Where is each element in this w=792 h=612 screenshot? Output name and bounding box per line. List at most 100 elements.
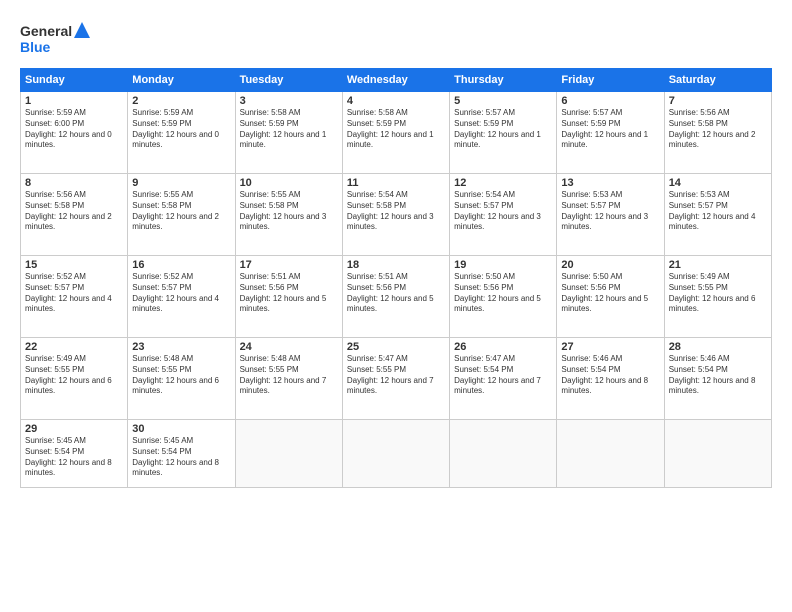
day-number: 13 bbox=[561, 177, 659, 189]
day-cell: 6 Sunrise: 5:57 AMSunset: 5:59 PMDayligh… bbox=[557, 92, 664, 174]
day-cell: 22 Sunrise: 5:49 AMSunset: 5:55 PMDaylig… bbox=[21, 338, 128, 420]
day-cell: 21 Sunrise: 5:49 AMSunset: 5:55 PMDaylig… bbox=[664, 256, 771, 338]
day-info: Sunrise: 5:54 AMSunset: 5:57 PMDaylight:… bbox=[454, 190, 552, 233]
day-number: 21 bbox=[669, 259, 767, 271]
day-cell: 5 Sunrise: 5:57 AMSunset: 5:59 PMDayligh… bbox=[450, 92, 557, 174]
day-cell: 30 Sunrise: 5:45 AMSunset: 5:54 PMDaylig… bbox=[128, 420, 235, 488]
col-tuesday: Tuesday bbox=[235, 69, 342, 92]
day-info: Sunrise: 5:51 AMSunset: 5:56 PMDaylight:… bbox=[347, 272, 445, 315]
day-cell: 15 Sunrise: 5:52 AMSunset: 5:57 PMDaylig… bbox=[21, 256, 128, 338]
day-cell: 13 Sunrise: 5:53 AMSunset: 5:57 PMDaylig… bbox=[557, 174, 664, 256]
empty-cell bbox=[450, 420, 557, 488]
day-info: Sunrise: 5:52 AMSunset: 5:57 PMDaylight:… bbox=[132, 272, 230, 315]
logo-svg: General Blue bbox=[20, 18, 90, 58]
day-info: Sunrise: 5:55 AMSunset: 5:58 PMDaylight:… bbox=[240, 190, 338, 233]
col-wednesday: Wednesday bbox=[342, 69, 449, 92]
day-number: 25 bbox=[347, 341, 445, 353]
day-cell: 14 Sunrise: 5:53 AMSunset: 5:57 PMDaylig… bbox=[664, 174, 771, 256]
empty-cell bbox=[235, 420, 342, 488]
day-info: Sunrise: 5:59 AMSunset: 5:59 PMDaylight:… bbox=[132, 108, 230, 151]
week-row: 29 Sunrise: 5:45 AMSunset: 5:54 PMDaylig… bbox=[21, 420, 772, 488]
col-sunday: Sunday bbox=[21, 69, 128, 92]
day-number: 29 bbox=[25, 423, 123, 435]
week-row: 22 Sunrise: 5:49 AMSunset: 5:55 PMDaylig… bbox=[21, 338, 772, 420]
day-cell: 10 Sunrise: 5:55 AMSunset: 5:58 PMDaylig… bbox=[235, 174, 342, 256]
day-number: 9 bbox=[132, 177, 230, 189]
day-number: 10 bbox=[240, 177, 338, 189]
day-info: Sunrise: 5:58 AMSunset: 5:59 PMDaylight:… bbox=[347, 108, 445, 151]
day-info: Sunrise: 5:54 AMSunset: 5:58 PMDaylight:… bbox=[347, 190, 445, 233]
day-info: Sunrise: 5:47 AMSunset: 5:55 PMDaylight:… bbox=[347, 354, 445, 397]
day-cell: 26 Sunrise: 5:47 AMSunset: 5:54 PMDaylig… bbox=[450, 338, 557, 420]
day-number: 4 bbox=[347, 95, 445, 107]
day-number: 26 bbox=[454, 341, 552, 353]
day-info: Sunrise: 5:55 AMSunset: 5:58 PMDaylight:… bbox=[132, 190, 230, 233]
logo: General Blue bbox=[20, 18, 90, 58]
day-info: Sunrise: 5:48 AMSunset: 5:55 PMDaylight:… bbox=[240, 354, 338, 397]
col-saturday: Saturday bbox=[664, 69, 771, 92]
day-number: 22 bbox=[25, 341, 123, 353]
day-cell: 4 Sunrise: 5:58 AMSunset: 5:59 PMDayligh… bbox=[342, 92, 449, 174]
day-number: 27 bbox=[561, 341, 659, 353]
day-number: 28 bbox=[669, 341, 767, 353]
day-cell: 29 Sunrise: 5:45 AMSunset: 5:54 PMDaylig… bbox=[21, 420, 128, 488]
header: General Blue bbox=[20, 18, 772, 58]
day-number: 1 bbox=[25, 95, 123, 107]
day-cell: 18 Sunrise: 5:51 AMSunset: 5:56 PMDaylig… bbox=[342, 256, 449, 338]
day-info: Sunrise: 5:52 AMSunset: 5:57 PMDaylight:… bbox=[25, 272, 123, 315]
day-info: Sunrise: 5:53 AMSunset: 5:57 PMDaylight:… bbox=[561, 190, 659, 233]
day-cell: 27 Sunrise: 5:46 AMSunset: 5:54 PMDaylig… bbox=[557, 338, 664, 420]
day-info: Sunrise: 5:47 AMSunset: 5:54 PMDaylight:… bbox=[454, 354, 552, 397]
day-info: Sunrise: 5:51 AMSunset: 5:56 PMDaylight:… bbox=[240, 272, 338, 315]
day-info: Sunrise: 5:48 AMSunset: 5:55 PMDaylight:… bbox=[132, 354, 230, 397]
day-info: Sunrise: 5:59 AMSunset: 6:00 PMDaylight:… bbox=[25, 108, 123, 151]
day-cell: 8 Sunrise: 5:56 AMSunset: 5:58 PMDayligh… bbox=[21, 174, 128, 256]
svg-text:General: General bbox=[20, 23, 72, 39]
week-row: 8 Sunrise: 5:56 AMSunset: 5:58 PMDayligh… bbox=[21, 174, 772, 256]
page: General Blue Sunday Monday Tuesday Wedne… bbox=[0, 0, 792, 612]
day-number: 5 bbox=[454, 95, 552, 107]
empty-cell bbox=[342, 420, 449, 488]
day-info: Sunrise: 5:49 AMSunset: 5:55 PMDaylight:… bbox=[25, 354, 123, 397]
day-cell: 24 Sunrise: 5:48 AMSunset: 5:55 PMDaylig… bbox=[235, 338, 342, 420]
day-cell: 28 Sunrise: 5:46 AMSunset: 5:54 PMDaylig… bbox=[664, 338, 771, 420]
day-number: 19 bbox=[454, 259, 552, 271]
day-info: Sunrise: 5:56 AMSunset: 5:58 PMDaylight:… bbox=[25, 190, 123, 233]
day-cell: 25 Sunrise: 5:47 AMSunset: 5:55 PMDaylig… bbox=[342, 338, 449, 420]
day-info: Sunrise: 5:50 AMSunset: 5:56 PMDaylight:… bbox=[454, 272, 552, 315]
day-cell: 7 Sunrise: 5:56 AMSunset: 5:58 PMDayligh… bbox=[664, 92, 771, 174]
day-number: 8 bbox=[25, 177, 123, 189]
day-number: 6 bbox=[561, 95, 659, 107]
day-info: Sunrise: 5:57 AMSunset: 5:59 PMDaylight:… bbox=[454, 108, 552, 151]
day-cell: 2 Sunrise: 5:59 AMSunset: 5:59 PMDayligh… bbox=[128, 92, 235, 174]
col-thursday: Thursday bbox=[450, 69, 557, 92]
day-number: 15 bbox=[25, 259, 123, 271]
day-number: 3 bbox=[240, 95, 338, 107]
day-number: 16 bbox=[132, 259, 230, 271]
header-row: Sunday Monday Tuesday Wednesday Thursday… bbox=[21, 69, 772, 92]
empty-cell bbox=[557, 420, 664, 488]
day-info: Sunrise: 5:57 AMSunset: 5:59 PMDaylight:… bbox=[561, 108, 659, 151]
day-number: 11 bbox=[347, 177, 445, 189]
day-number: 24 bbox=[240, 341, 338, 353]
day-info: Sunrise: 5:46 AMSunset: 5:54 PMDaylight:… bbox=[561, 354, 659, 397]
day-number: 7 bbox=[669, 95, 767, 107]
empty-cell bbox=[664, 420, 771, 488]
week-row: 15 Sunrise: 5:52 AMSunset: 5:57 PMDaylig… bbox=[21, 256, 772, 338]
week-row: 1 Sunrise: 5:59 AMSunset: 6:00 PMDayligh… bbox=[21, 92, 772, 174]
day-number: 20 bbox=[561, 259, 659, 271]
day-cell: 3 Sunrise: 5:58 AMSunset: 5:59 PMDayligh… bbox=[235, 92, 342, 174]
day-number: 30 bbox=[132, 423, 230, 435]
day-number: 2 bbox=[132, 95, 230, 107]
day-number: 14 bbox=[669, 177, 767, 189]
day-cell: 11 Sunrise: 5:54 AMSunset: 5:58 PMDaylig… bbox=[342, 174, 449, 256]
day-cell: 1 Sunrise: 5:59 AMSunset: 6:00 PMDayligh… bbox=[21, 92, 128, 174]
day-cell: 19 Sunrise: 5:50 AMSunset: 5:56 PMDaylig… bbox=[450, 256, 557, 338]
day-cell: 12 Sunrise: 5:54 AMSunset: 5:57 PMDaylig… bbox=[450, 174, 557, 256]
day-cell: 23 Sunrise: 5:48 AMSunset: 5:55 PMDaylig… bbox=[128, 338, 235, 420]
col-friday: Friday bbox=[557, 69, 664, 92]
day-info: Sunrise: 5:46 AMSunset: 5:54 PMDaylight:… bbox=[669, 354, 767, 397]
day-info: Sunrise: 5:45 AMSunset: 5:54 PMDaylight:… bbox=[132, 436, 230, 479]
day-cell: 17 Sunrise: 5:51 AMSunset: 5:56 PMDaylig… bbox=[235, 256, 342, 338]
col-monday: Monday bbox=[128, 69, 235, 92]
